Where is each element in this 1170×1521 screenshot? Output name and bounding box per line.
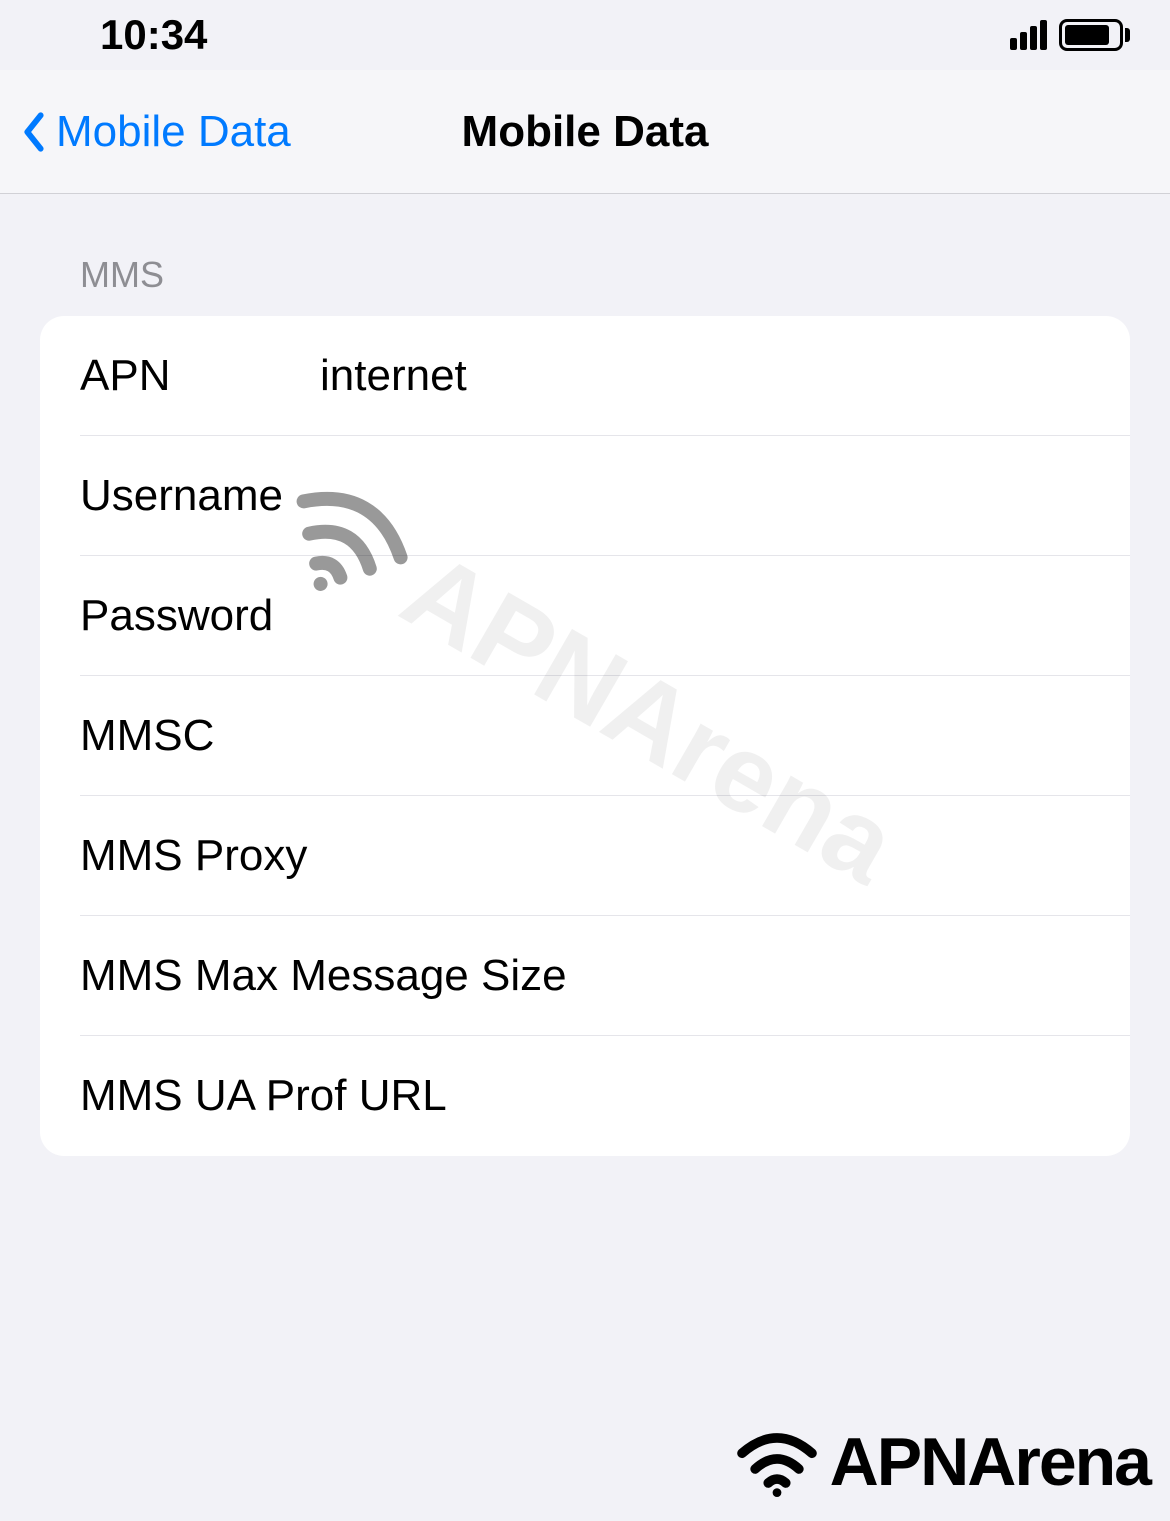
chevron-back-icon (20, 108, 48, 156)
content: MMS APN internet Username Password MMSC … (0, 194, 1170, 1156)
settings-label: Username (80, 471, 320, 521)
settings-row-username[interactable]: Username (40, 436, 1130, 556)
cellular-signal-icon (1010, 20, 1047, 50)
settings-label: APN (80, 351, 320, 401)
settings-label: MMS Proxy (80, 831, 320, 881)
status-time: 10:34 (100, 11, 207, 59)
settings-label: Password (80, 591, 320, 641)
settings-label: MMS UA Prof URL (80, 1071, 447, 1121)
navigation-bar: Mobile Data Mobile Data (0, 70, 1170, 194)
page-title: Mobile Data (462, 107, 709, 157)
settings-label: MMS Max Message Size (80, 951, 567, 1001)
settings-row-mms-ua-prof[interactable]: MMS UA Prof URL (40, 1036, 1130, 1156)
footer-logo: APNArena (732, 1423, 1150, 1501)
section-header-mms: MMS (40, 254, 1130, 316)
settings-row-mms-proxy[interactable]: MMS Proxy (40, 796, 1130, 916)
back-label: Mobile Data (56, 107, 291, 157)
settings-row-mms-max-size[interactable]: MMS Max Message Size (40, 916, 1130, 1036)
wifi-icon (732, 1427, 822, 1497)
status-indicators (1010, 19, 1130, 51)
settings-row-apn[interactable]: APN internet (40, 316, 1130, 436)
settings-row-mmsc[interactable]: MMSC (40, 676, 1130, 796)
settings-label: MMSC (80, 711, 320, 761)
settings-value: internet (320, 351, 1090, 401)
footer-text: APNArena (830, 1423, 1150, 1501)
battery-icon (1059, 19, 1130, 51)
settings-group-mms: APN internet Username Password MMSC MMS … (40, 316, 1130, 1156)
settings-row-password[interactable]: Password (40, 556, 1130, 676)
status-bar: 10:34 (0, 0, 1170, 70)
back-button[interactable]: Mobile Data (20, 107, 291, 157)
